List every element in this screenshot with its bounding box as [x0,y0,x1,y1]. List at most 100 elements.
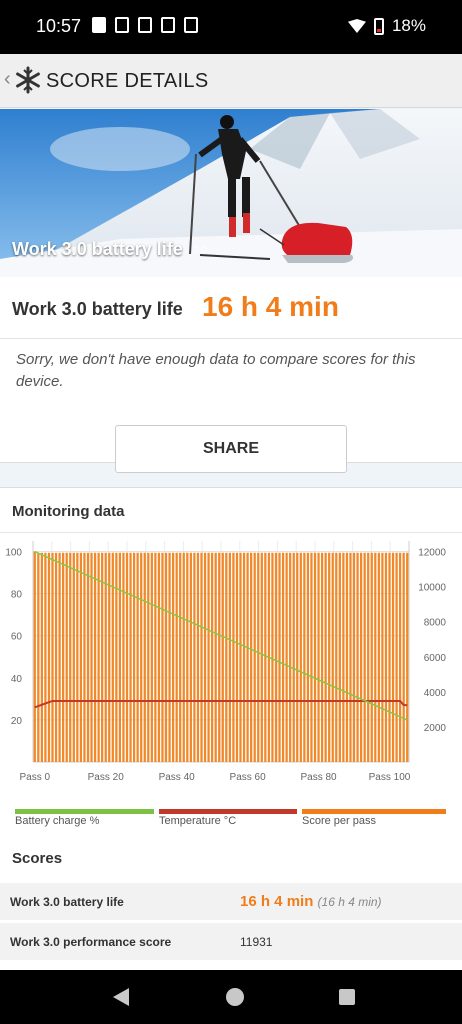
score-row: Work 3.0 performance score 11931 [0,923,462,963]
score-bar [86,552,90,762]
score-bar [58,552,61,762]
notification-icon [115,17,129,33]
score-bar [62,552,65,762]
scores-table: Work 3.0 battery life 16 h 4 min (16 h 4… [0,883,462,963]
score-name: Work 3.0 battery life [10,895,124,909]
score-bar [388,552,391,762]
x-tick-label: Pass 60 [230,772,267,783]
y-left-tick-label: 60 [11,632,23,643]
y-right-tick-label: 4000 [424,688,447,699]
score-bar [65,552,68,762]
score-bar [182,552,185,762]
score-bar [398,552,402,762]
score-bar [345,552,349,762]
score-bar [210,552,214,762]
score-bar [111,552,114,762]
score-bar [359,552,363,762]
legend-swatch-temperature [159,809,297,814]
score-bar [246,552,249,762]
notification-icon [92,17,106,33]
score-bar [218,552,221,762]
score-row: Work 3.0 battery life 16 h 4 min (16 h 4… [0,883,462,923]
score-bar [40,552,44,762]
score-bar [384,552,388,762]
legend-score: Score per pass [302,809,446,831]
y-right-tick-label: 10000 [418,583,446,594]
score-bar [363,552,366,762]
score-bar [83,552,86,762]
score-bar [118,552,122,762]
score-bar [33,551,36,762]
score-bar [278,552,281,762]
score-bar [147,552,150,762]
score-bar [171,552,175,762]
score-bar [313,552,317,762]
monitoring-card: Monitoring data 100 80 60 40 20 12000 10000 800… [0,487,462,970]
legend-temperature: Temperature °C [159,809,297,831]
status-bar: 10:57 18% [0,0,462,54]
share-button[interactable]: SHARE [115,425,347,473]
calendar-icon [184,17,198,33]
score-bar [69,552,72,762]
score-bar [281,552,285,762]
score-bar [242,552,246,762]
battery-icon [373,17,384,35]
score-bar [125,552,129,762]
nav-home-icon[interactable] [226,988,244,1006]
score-bar [196,552,200,762]
score-bar [402,552,405,762]
score-bar [179,552,182,762]
score-bar [44,552,47,762]
monitoring-chart: 100 80 60 40 20 12000 10000 8000 6000 4000 2000 Pas… [5,541,447,783]
score-bar [391,552,395,762]
calendar-icon [161,17,175,33]
app-screen: ‹ SCORE DETAILS Work 3.0 battery life 3.… [0,54,462,970]
page-title: SCORE DETAILS [46,70,209,92]
snowflake-icon[interactable] [14,66,42,94]
score-bar [203,552,207,762]
scores-title: Scores [12,850,63,867]
back-chevron-icon[interactable]: ‹ [4,68,11,91]
score-value: 16 h 4 min (16 h 4 min) [240,893,382,910]
x-tick-label: Pass 100 [369,772,411,783]
score-bar [324,552,327,762]
app-header: ‹ SCORE DETAILS [0,54,462,108]
score-bar [115,552,118,762]
score-bar [136,552,139,762]
notification-icons [92,17,198,33]
score-bar [79,552,83,762]
score-bar [285,552,288,762]
score-bar [406,552,409,762]
score-bar [175,552,178,762]
play-store-icon [138,17,152,33]
score-bar [381,552,384,762]
hero-version: 3.0 [193,245,207,256]
legend-swatch-battery [15,809,154,814]
score-bar [193,552,196,762]
score-bar [207,552,210,762]
score-bar [349,552,352,762]
score-bar [370,552,373,762]
score-bar [140,552,143,762]
x-tick-label: Pass 40 [159,772,196,783]
score-bar [76,552,79,762]
score-bar [186,552,189,762]
legend-label-temperature: Temperature °C [159,815,237,827]
score-bar [271,552,274,762]
score-bar [51,552,54,762]
score-bar [317,552,320,762]
score-bar [239,552,242,762]
score-bar [274,552,278,762]
score-bar [296,552,299,762]
score-bar [335,552,338,762]
score-bar [235,552,239,762]
system-nav-bar [0,970,462,1024]
nav-back-icon[interactable] [113,988,129,1006]
score-bar [221,552,224,762]
score-bar [377,552,380,762]
score-bar [101,552,104,762]
nav-recents-icon[interactable] [339,989,355,1005]
battery-percent: 18% [391,16,426,35]
score-bar [150,552,153,762]
score-bar [72,552,75,762]
